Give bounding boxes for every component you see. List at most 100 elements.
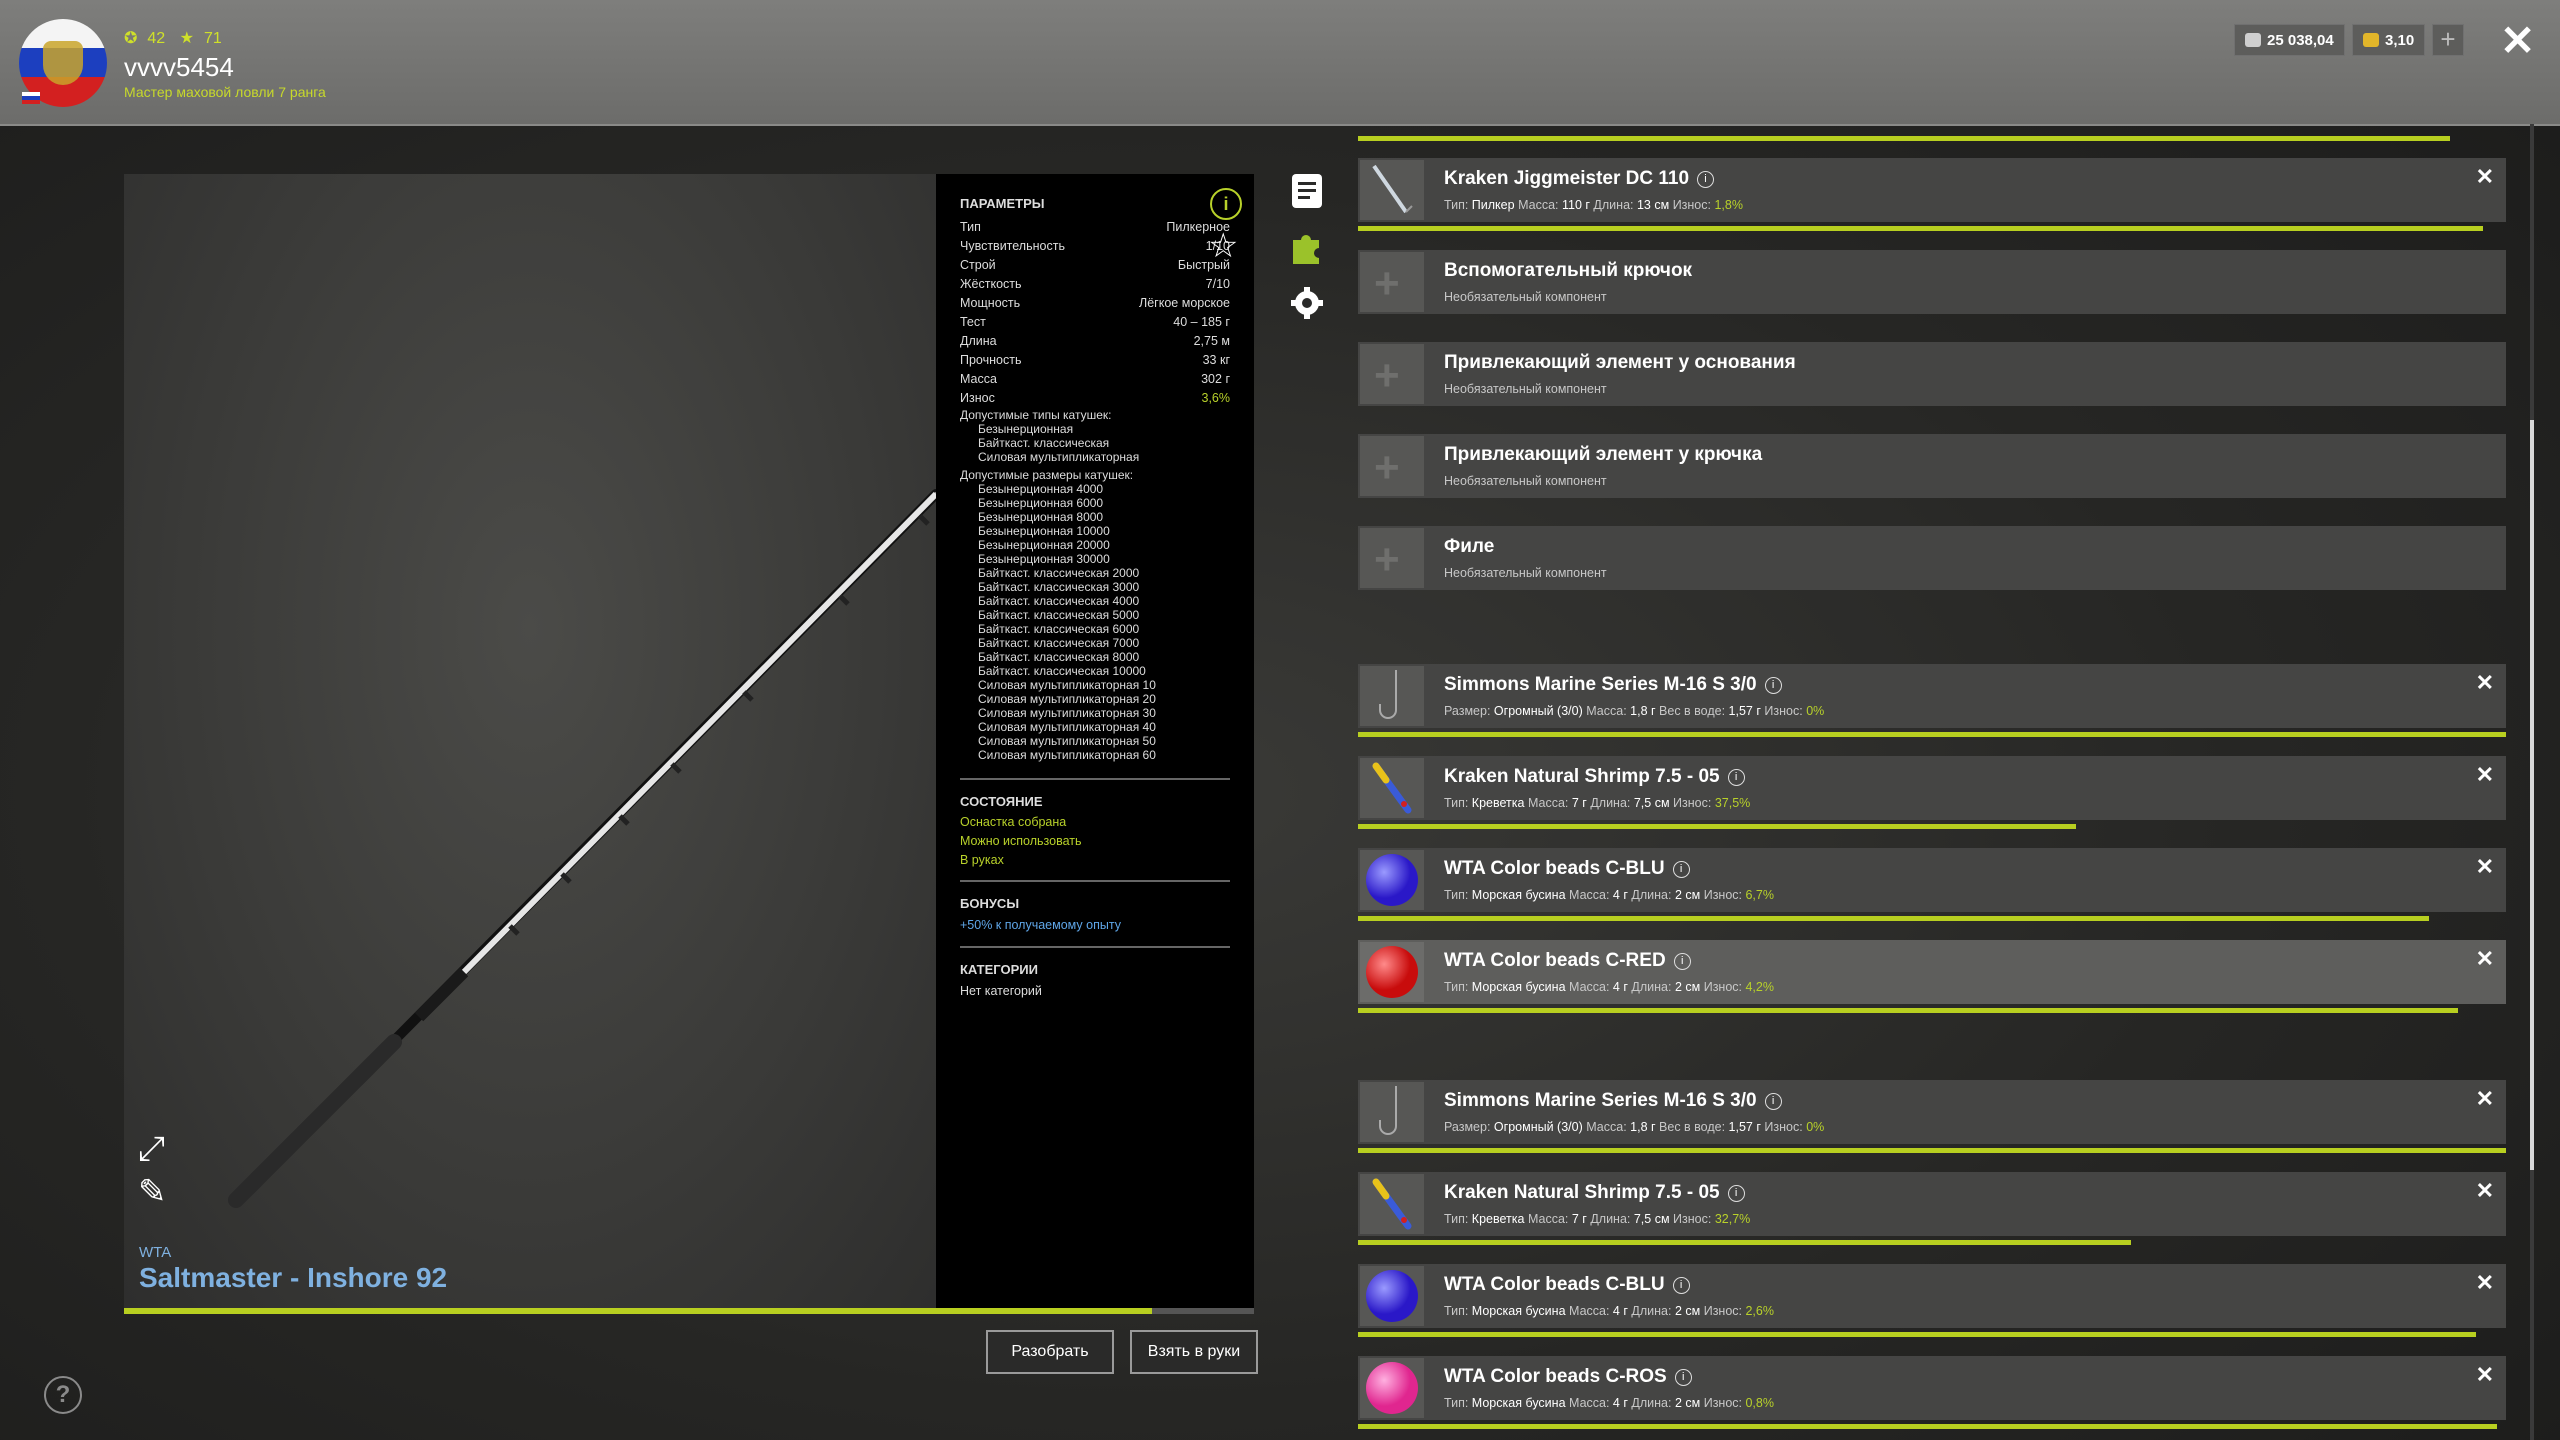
notes-icon[interactable] [1290, 172, 1324, 210]
component-title: Привлекающий элемент у основания [1444, 352, 1796, 374]
edit-icon[interactable]: ✎ [138, 1172, 167, 1212]
info-icon[interactable]: i [1764, 1093, 1782, 1110]
detail-key: Размер: [1444, 704, 1494, 718]
component-details: Размер: Огромный (3/0) Масса: 1,8 г Вес … [1444, 704, 1824, 718]
empty-slot[interactable]: + Привлекающий элемент у крючка Необязател… [1358, 434, 2506, 498]
param-key: Тип [960, 220, 981, 234]
component-item[interactable]: WTA Color beads C-BLU i Тип: Морская бусин… [1358, 848, 2506, 912]
component-item[interactable]: Simmons Marine Series M-16 S 3/0 i Размер:… [1358, 1080, 2506, 1144]
component-details: Необязательный компонент [1444, 566, 1607, 580]
info-icon[interactable]: i [1727, 769, 1745, 786]
param-key: Жёсткость [960, 277, 1022, 291]
info-icon[interactable]: i [1673, 953, 1691, 970]
component-item[interactable]: WTA Color beads C-RED i Тип: Морская бусин… [1358, 940, 2506, 1004]
list-title: Допустимые размеры катушек: [960, 468, 1134, 482]
help-icon[interactable]: ? [44, 1376, 82, 1414]
component-title: Kraken Jiggmeister DC 110 i [1444, 168, 1715, 190]
info-icon[interactable]: i [1672, 1277, 1690, 1294]
component-details: Тип: Креветка Масса: 7 г Длина: 7,5 см И… [1444, 1212, 1750, 1226]
detail-value: 1,8 г [1630, 704, 1656, 718]
favorite-star-icon[interactable]: ☆ [1208, 226, 1238, 266]
add-icon[interactable]: + [1374, 536, 1400, 584]
detail-value: 7,5 см [1633, 1212, 1670, 1226]
component-title: Kraken Natural Shrimp 7.5 - 05 i [1444, 1182, 1745, 1204]
remove-component-icon[interactable]: ✕ [2476, 762, 2494, 788]
user-rank: Мастер маховой ловли 7 ранга [124, 84, 326, 100]
remove-component-icon[interactable]: ✕ [2476, 1178, 2494, 1204]
params-panel: ПАРАМЕТРЫ Тип Пилкерное Чувствительность 1/… [936, 174, 1254, 1308]
list-item: Безынерционная 30000 [978, 552, 1110, 566]
info-icon[interactable]: i [1674, 1369, 1692, 1386]
gear-icon[interactable] [1290, 284, 1324, 322]
component-thumbnail: + [1360, 344, 1424, 404]
detail-key: Длина: [1631, 1396, 1675, 1410]
remove-component-icon[interactable]: ✕ [2476, 670, 2494, 696]
remove-component-icon[interactable]: ✕ [2476, 854, 2494, 880]
remove-component-icon[interactable]: ✕ [2476, 1362, 2494, 1388]
list-item: Силовая мультипликаторная 30 [978, 706, 1156, 720]
component-details: Тип: Морская бусина Масса: 4 г Длина: 2 … [1444, 888, 1774, 902]
remove-component-icon[interactable]: ✕ [2476, 1086, 2494, 1112]
component-list[interactable]: Kraken Jiggmeister DC 110 i Тип: Пилкер Ма… [1358, 124, 2510, 1440]
remove-component-icon[interactable]: ✕ [2476, 1270, 2494, 1296]
component-item[interactable]: Kraken Natural Shrimp 7.5 - 05 i Тип: Крев… [1358, 1172, 2506, 1236]
detail-key: Длина: [1631, 1304, 1675, 1318]
info-icon[interactable]: i [1764, 677, 1782, 694]
wear-bar [1358, 1332, 2476, 1337]
param-row: Прочность 33 кг [960, 353, 1230, 367]
empty-slot[interactable]: + Вспомогательный крючок Необязательный ко… [1358, 250, 2506, 314]
close-icon[interactable]: ✕ [2500, 16, 2535, 65]
detail-value: 2 см [1674, 980, 1701, 994]
detail-value: 4 г [1612, 1304, 1628, 1318]
component-name: Привлекающий элемент у основания [1444, 352, 1796, 373]
list-item: Безынерционная 6000 [978, 496, 1104, 510]
add-icon[interactable]: + [1374, 352, 1400, 400]
component-item[interactable]: WTA Color beads C-BLU i Тип: Морская бусин… [1358, 1264, 2506, 1328]
component-title: Simmons Marine Series M-16 S 3/0 i [1444, 1090, 1782, 1112]
scrollbar-thumb[interactable] [2530, 420, 2534, 1170]
param-row: Жёсткость 7/10 [960, 277, 1230, 291]
wear-value: 1,8% [1714, 198, 1743, 212]
add-currency-button[interactable]: + [2432, 24, 2464, 56]
detail-value: 4 г [1612, 1396, 1628, 1410]
list-item: Безынерционная 10000 [978, 524, 1110, 538]
level-value: 42 [147, 30, 166, 47]
detail-key: Тип: [1444, 796, 1472, 810]
remove-component-icon[interactable]: ✕ [2476, 164, 2494, 190]
component-name: Филе [1444, 536, 1495, 557]
info-icon[interactable]: i [1210, 188, 1242, 220]
wear-key: Износ: [1764, 704, 1807, 718]
remove-component-icon[interactable]: ✕ [2476, 946, 2494, 972]
info-icon[interactable]: i [1697, 171, 1715, 188]
categories-title: КАТЕГОРИИ [960, 962, 1038, 977]
detail-key: Тип: [1444, 198, 1472, 212]
component-thumbnail: + [1360, 436, 1424, 496]
wear-key: Износ: [1703, 1304, 1746, 1318]
component-item[interactable]: Kraken Jiggmeister DC 110 i Тип: Пилкер Ма… [1358, 158, 2506, 222]
state-title: СОСТОЯНИЕ [960, 794, 1043, 809]
fullscreen-icon[interactable]: ⤢ [138, 1130, 165, 1169]
info-icon[interactable]: i [1727, 1185, 1745, 1202]
component-item[interactable]: Kraken Natural Shrimp 7.5 - 05 i Тип: Крев… [1358, 756, 2506, 820]
empty-slot[interactable]: + Филе Необязательный компонент [1358, 526, 2506, 590]
component-item[interactable]: Simmons Marine Series M-16 S 3/0 i Размер:… [1358, 664, 2506, 728]
component-name: Simmons Marine Series M-16 S 3/0 [1444, 674, 1757, 695]
detail-value: Креветка [1471, 1212, 1525, 1226]
add-icon[interactable]: + [1374, 260, 1400, 308]
detail-value: 2 см [1674, 1396, 1701, 1410]
take-in-hands-button[interactable]: Взять в руки [1130, 1330, 1258, 1374]
param-value: 33 кг [1202, 353, 1230, 367]
empty-slot[interactable]: + Привлекающий элемент у основания Необяза… [1358, 342, 2506, 406]
wear-bar [1358, 1240, 2131, 1245]
info-icon[interactable]: i [1672, 861, 1690, 878]
param-row: Тест 40 – 185 г [960, 315, 1230, 329]
puzzle-icon[interactable] [1290, 228, 1324, 266]
detail-key: Масса: [1569, 980, 1613, 994]
reel-sizes-list: Допустимые размеры катушек: Безынерционна… [960, 468, 1156, 762]
bonus-title: БОНУСЫ [960, 896, 1020, 911]
add-icon[interactable]: + [1374, 444, 1400, 492]
disassemble-button[interactable]: Разобрать [986, 1330, 1114, 1374]
component-item[interactable]: WTA Color beads C-ROS i Тип: Морская бусин… [1358, 1356, 2506, 1420]
detail-value: Креветка [1471, 796, 1525, 810]
rod-preview[interactable] [124, 174, 936, 1308]
